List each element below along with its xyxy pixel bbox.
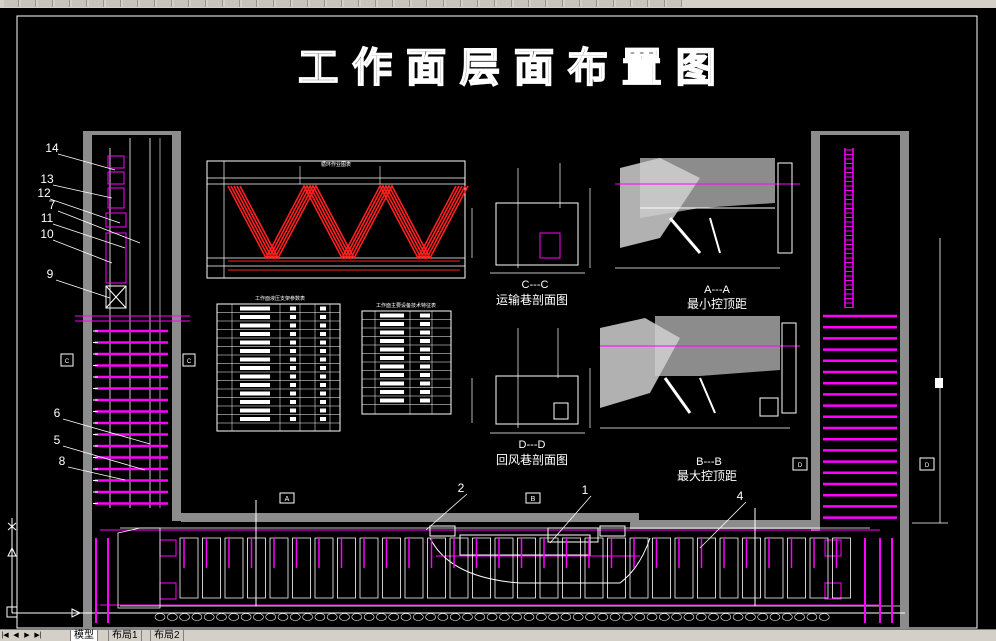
callout-number: 10 (40, 227, 54, 241)
toolbar-button[interactable] (429, 0, 444, 7)
callout-number: 7 (49, 198, 56, 212)
cc-caption: C---C (522, 279, 549, 291)
toolbar-button[interactable] (38, 0, 53, 7)
toolbar-button[interactable] (548, 0, 563, 7)
marker-c-right: C (187, 359, 192, 365)
toolbar-button[interactable] (106, 0, 121, 7)
cycle-lines (227, 184, 469, 271)
toolbar-button[interactable] (582, 0, 597, 7)
callout-number: 11 (41, 211, 54, 225)
toolbar-button[interactable] (667, 0, 682, 7)
toolbar-button[interactable] (361, 0, 376, 7)
prev-tab-icon[interactable]: ◀ (11, 630, 21, 641)
section-aa: A---A 最小控顶距 (615, 158, 800, 311)
gob-rubble (154, 613, 830, 621)
ucs-icon (6, 518, 82, 618)
marker-d-right: D (925, 463, 930, 469)
toolbar-button[interactable] (633, 0, 648, 7)
last-tab-icon[interactable]: ▶| (33, 630, 43, 641)
toolbar-button[interactable] (89, 0, 104, 7)
right-roof-bolts (823, 314, 897, 519)
toolbar-button[interactable] (310, 0, 325, 7)
callout-number: 2 (458, 481, 465, 495)
cycle-chart: 循环作业图表 (206, 160, 469, 279)
cc-name: 运输巷剖面图 (496, 292, 568, 307)
tab-layout2[interactable]: 布局2 (150, 630, 184, 641)
support-parameter-table: 工作面液压支架参数表 (216, 295, 341, 432)
callout-number: 13 (40, 172, 54, 186)
chart-title: 循环作业图表 (321, 161, 351, 168)
leader-line (425, 493, 468, 531)
drawing-frame (16, 15, 978, 629)
toolbar-button[interactable] (378, 0, 393, 7)
layout-tabs: |◀ ◀ ▶ ▶| 模型 布局1 布局2 (0, 629, 996, 641)
drawing-canvas[interactable]: 工 作 面 层 面 布 置 图 循环作业图表 工作面液压支架参数表 工作面主要设… (0, 8, 996, 629)
marker-c-left: C (65, 359, 70, 365)
leader-line (52, 239, 113, 264)
marker-a: A (285, 496, 290, 503)
callout-number: 8 (59, 454, 66, 468)
tab-model[interactable]: 模型 (70, 630, 98, 641)
toolbar-button[interactable] (259, 0, 274, 7)
callout-number: 6 (54, 406, 61, 420)
toolbar-button[interactable] (123, 0, 138, 7)
toolbar-button[interactable] (191, 0, 206, 7)
callout-number: 9 (47, 267, 54, 281)
toolbar-button[interactable] (463, 0, 478, 7)
right-ladder (845, 149, 853, 308)
toolbar-button[interactable] (412, 0, 427, 7)
marker-d-left: D (798, 463, 803, 469)
toolbar-button[interactable] (21, 0, 36, 7)
aa-caption: A---A (704, 284, 730, 296)
callout-number: 4 (737, 489, 744, 503)
toolbar-button[interactable] (225, 0, 240, 7)
toolbar-button[interactable] (72, 0, 87, 7)
toolbar-button[interactable] (514, 0, 529, 7)
toolbar-button[interactable] (599, 0, 614, 7)
table2-title: 工作面主要设备技术特征表 (376, 302, 436, 309)
dd-name: 回风巷剖面图 (496, 453, 568, 467)
drawing-title: 工 作 面 层 面 布 置 图 (298, 45, 715, 91)
section-cc: C---C 运输巷剖面图 (471, 163, 591, 307)
bb-caption: B---B (696, 456, 722, 468)
tab-layout1[interactable]: 布局1 (108, 630, 142, 641)
toolbar-button[interactable] (480, 0, 495, 7)
toolbar-button[interactable] (293, 0, 308, 7)
toolbar-button[interactable] (174, 0, 189, 7)
dd-caption: D---D (519, 439, 546, 451)
leader-line (52, 184, 113, 199)
toolbar-button[interactable] (327, 0, 342, 7)
left-roof-bolts (93, 329, 168, 505)
toolbar-button[interactable] (531, 0, 546, 7)
left-roadway (75, 131, 190, 629)
toolbar-button[interactable] (565, 0, 580, 7)
first-tab-icon[interactable]: |◀ (0, 630, 10, 641)
hydraulic-supports (95, 527, 893, 623)
toolbar-button[interactable] (242, 0, 257, 7)
toolbar-button[interactable] (55, 0, 70, 7)
bb-name: 最大控顶距 (677, 469, 737, 483)
toolbar-button[interactable] (497, 0, 512, 7)
toolbar-button[interactable] (616, 0, 631, 7)
callout-number: 1 (582, 483, 589, 497)
toolbar-button[interactable] (395, 0, 410, 7)
callout-number: 5 (54, 433, 61, 447)
toolbar-button[interactable] (446, 0, 461, 7)
toolbar-button[interactable] (650, 0, 665, 7)
section-dd: D---D 回风巷剖面图 (471, 328, 591, 467)
cad-drawing: 工 作 面 层 面 布 置 图 循环作业图表 工作面液压支架参数表 工作面主要设… (6, 15, 978, 629)
equipment-spec-table: 工作面主要设备技术特征表 (361, 302, 452, 415)
toolbar-button[interactable] (140, 0, 155, 7)
table1-title: 工作面液压支架参数表 (255, 295, 305, 302)
aa-name: 最小控顶距 (687, 297, 747, 311)
callout-number: 14 (45, 141, 59, 155)
toolbar-button[interactable] (4, 0, 19, 7)
next-tab-icon[interactable]: ▶ (22, 630, 32, 641)
marker-b: B (531, 496, 536, 503)
toolbar-button[interactable] (276, 0, 291, 7)
section-bb: B---B 最大控顶距 (600, 316, 800, 483)
toolbar-button[interactable] (157, 0, 172, 7)
toolbar-button[interactable] (208, 0, 223, 7)
toolbar-button[interactable] (344, 0, 359, 7)
